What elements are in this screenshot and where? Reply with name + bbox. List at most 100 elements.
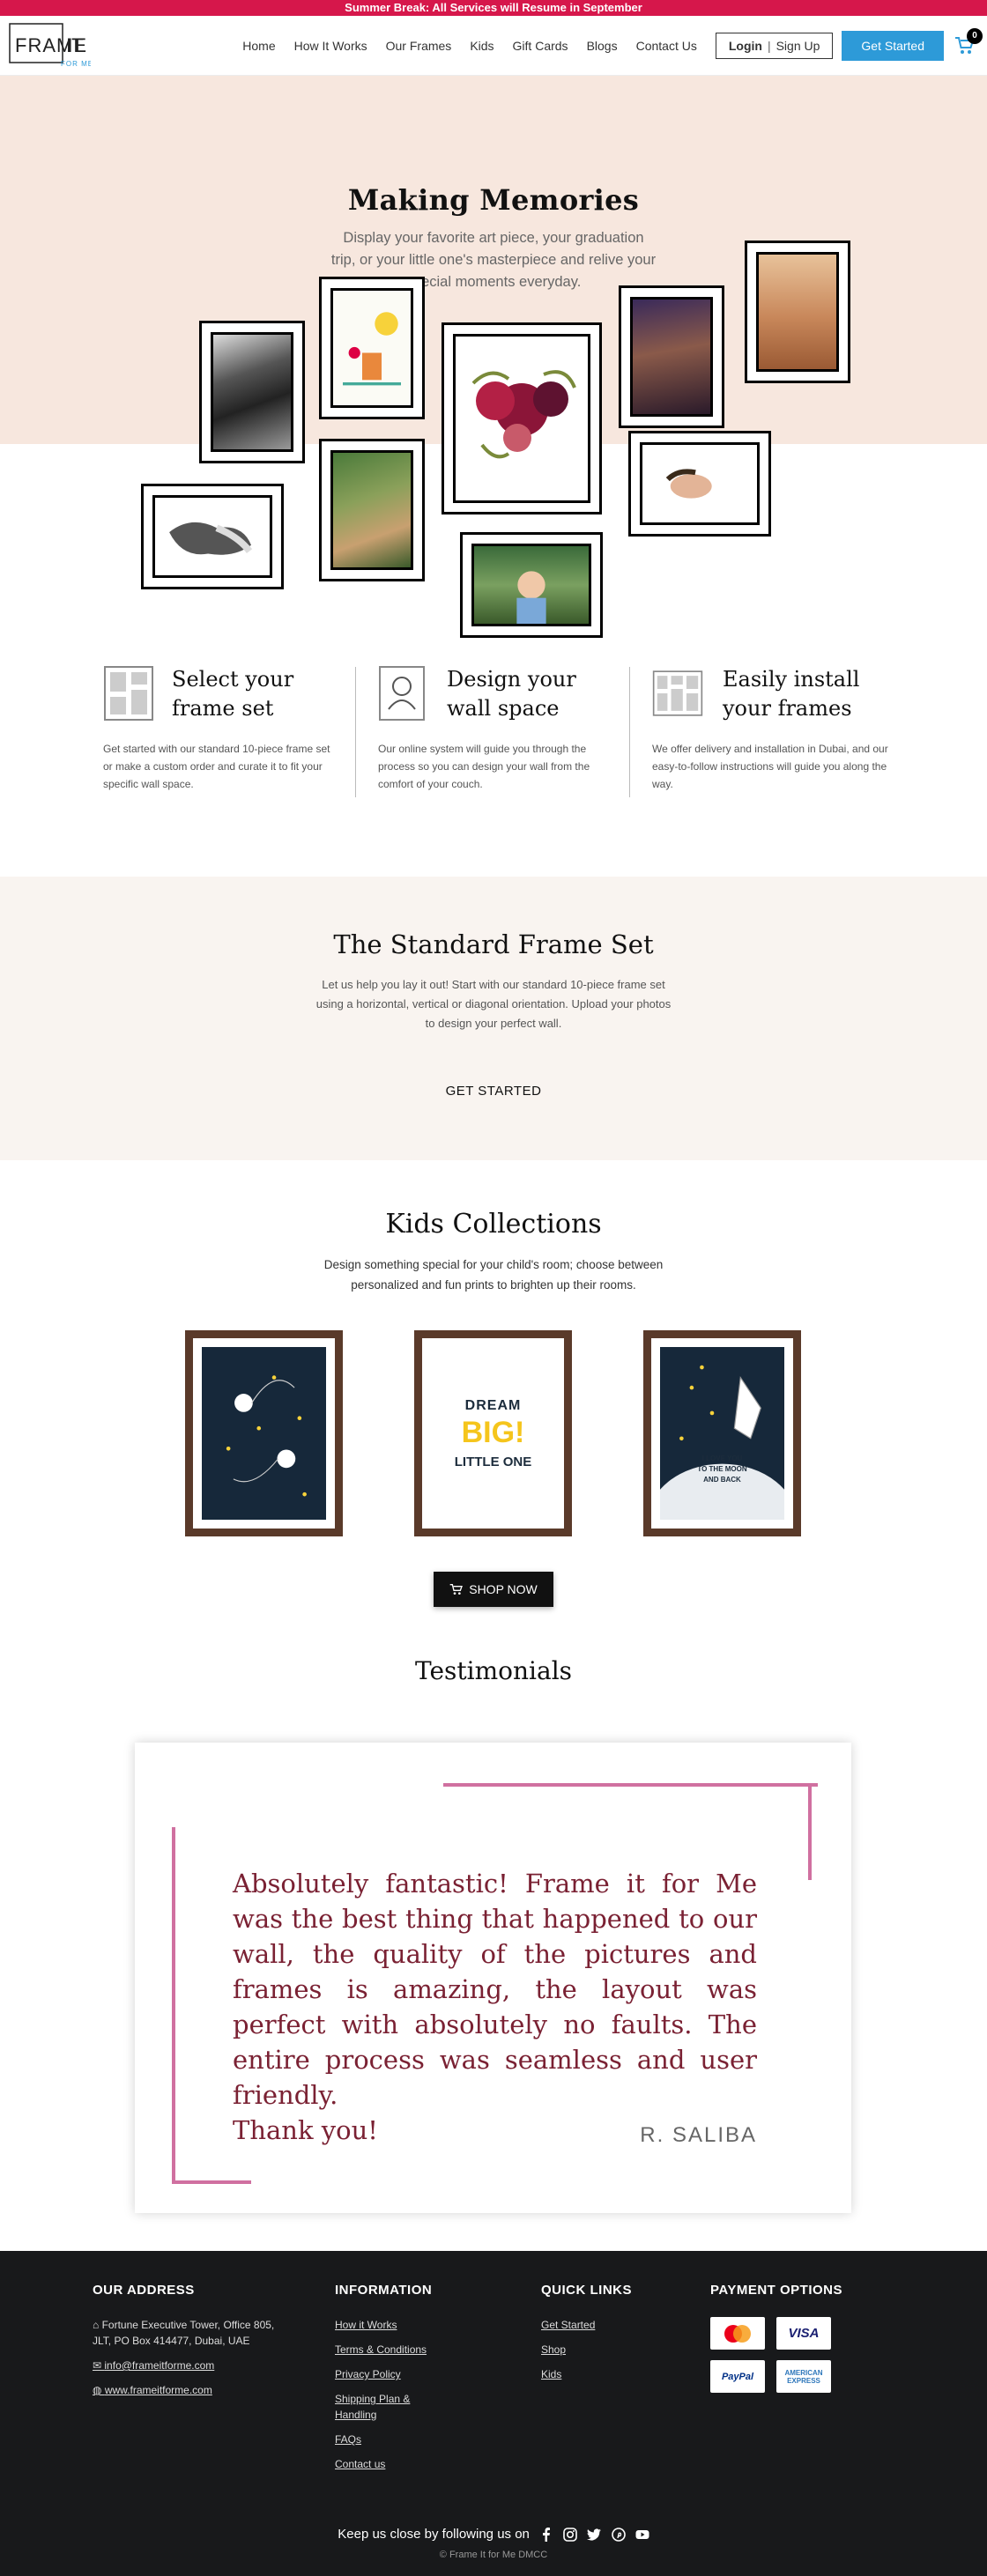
nav-contact-us[interactable]: Contact Us <box>636 39 697 53</box>
brand-logo[interactable]: FRAME IT FOR ME <box>8 22 91 70</box>
print-text-little-one: LITTLE ONE <box>454 1455 532 1469</box>
cart-count-badge: 0 <box>967 28 983 44</box>
facebook-icon[interactable] <box>539 2528 553 2543</box>
visa-icon: VISA <box>776 2317 831 2350</box>
svg-text:IT: IT <box>66 34 84 56</box>
footer-link-privacy[interactable]: Privacy Policy <box>335 2366 441 2382</box>
testimonial-card: Absolutely fantastic! Frame it for Me wa… <box>135 1743 851 2213</box>
nav-gift-cards[interactable]: Gift Cards <box>513 39 568 53</box>
footer-heading: INFORMATION <box>335 2283 433 2298</box>
login-signup-button[interactable]: Login | Sign Up <box>715 33 834 59</box>
get-started-button[interactable]: Get Started <box>842 31 944 61</box>
gallery-frame-flowers <box>442 322 602 514</box>
nav-kids[interactable]: Kids <box>470 39 494 53</box>
footer-information: INFORMATION How it Works Terms & Conditi… <box>335 2283 441 2481</box>
instagram-icon[interactable] <box>563 2528 578 2542</box>
print-text-line-3: AND BACK <box>703 1476 741 1484</box>
feature-title-line-1: Design your <box>447 667 576 692</box>
section-text: Let us help you lay it out! Start with o… <box>315 978 672 1030</box>
footer-link-shipping[interactable]: Shipping Plan & Handling <box>335 2391 441 2423</box>
footer-heading: PAYMENT OPTIONS <box>710 2283 843 2298</box>
social-follow-row: Keep us close by following us on <box>0 2527 987 2543</box>
visa-label: VISA <box>788 2326 820 2341</box>
decor-line <box>172 2180 251 2184</box>
cart-button[interactable]: 0 <box>954 28 983 56</box>
amex-label-1: AMERICAN <box>784 2368 823 2377</box>
shop-now-label: SHOP NOW <box>469 1582 538 1596</box>
nav-home[interactable]: Home <box>242 39 275 53</box>
announcement-banner: Summer Break: All Services will Resume i… <box>0 0 987 16</box>
section-title: Kids Collections <box>385 1209 602 1240</box>
feature-title: Select your frame set <box>172 665 293 723</box>
wall-layout-icon <box>652 670 703 716</box>
get-started-link[interactable]: GET STARTED <box>0 1084 987 1099</box>
section-title: Testimonials <box>414 1656 573 1685</box>
copyright: © Frame It for Me DMCC <box>439 2550 548 2560</box>
decor-line <box>808 1783 812 1880</box>
gallery-frame-family <box>199 321 305 463</box>
frame-set-icon <box>104 666 153 721</box>
testimonial-author: R. SALIBA <box>640 2123 757 2147</box>
section-title: The Standard Frame Set <box>333 929 654 959</box>
nav-how-it-works[interactable]: How It Works <box>294 39 367 53</box>
footer-heading: QUICK LINKS <box>541 2283 632 2298</box>
print-text-big: BIG! <box>461 1416 525 1449</box>
email-link[interactable]: ✉ info@frameitforme.com <box>93 2358 278 2373</box>
decor-line <box>443 1783 818 1787</box>
gallery-frame-sleeping-baby <box>628 431 771 537</box>
feature-title-line-1: Easily install <box>723 667 860 692</box>
login-link[interactable]: Login <box>729 39 762 53</box>
feature-title-line-2: wall space <box>447 696 560 721</box>
how-it-works-features: Select your frame set Get started with ou… <box>0 665 987 806</box>
globe-icon: ◍ <box>93 2384 105 2396</box>
divider <box>629 667 630 797</box>
pinterest-icon[interactable] <box>611 2528 626 2542</box>
mail-icon: ✉ <box>93 2359 105 2372</box>
feature-title-line-2: your frames <box>723 696 852 721</box>
follow-text: Keep us close by following us on <box>338 2527 530 2542</box>
footer-link-faqs[interactable]: FAQs <box>335 2432 441 2447</box>
testimonial-quote: Absolutely fantastic! Frame it for Me wa… <box>233 1866 757 2148</box>
kids-print-astronauts[interactable] <box>185 1330 343 1536</box>
kids-print-moon[interactable]: I LOVE YOU TO THE MOON AND BACK <box>643 1330 801 1536</box>
footer-link-get-started[interactable]: Get Started <box>541 2317 664 2333</box>
section-text: Design something special for your child'… <box>323 1258 664 1292</box>
feature-text: Get started with our standard 10-piece f… <box>103 743 330 790</box>
kids-print-dream-big[interactable]: DREAM BIG! LITTLE ONE <box>414 1330 572 1536</box>
footer-link-how-it-works[interactable]: How it Works <box>335 2317 441 2333</box>
website-link[interactable]: ◍ www.frameitforme.com <box>93 2382 278 2398</box>
shop-now-button[interactable]: SHOP NOW <box>434 1572 553 1607</box>
twitter-icon[interactable] <box>587 2528 602 2542</box>
site-footer: OUR ADDRESS ⌂ Fortune Executive Tower, O… <box>0 2251 987 2576</box>
top-nav: FRAME IT FOR ME Home How It Works Our Fr… <box>0 16 987 76</box>
quote-text: Absolutely fantastic! Frame it for Me wa… <box>233 1869 757 2110</box>
youtube-icon[interactable] <box>635 2528 649 2542</box>
signup-link[interactable]: Sign Up <box>776 39 820 53</box>
nav-blogs[interactable]: Blogs <box>587 39 618 53</box>
print-text-dream: DREAM <box>464 1398 522 1413</box>
footer-link-contact[interactable]: Contact us <box>335 2456 441 2472</box>
portrait-icon <box>379 666 425 721</box>
footer-link-terms[interactable]: Terms & Conditions <box>335 2342 441 2358</box>
feature-title-line-1: Select your <box>172 667 294 692</box>
paypal-label: PayPal <box>721 2371 754 2382</box>
footer-quick-links: QUICK LINKS Get Started Shop Kids <box>541 2283 664 2391</box>
print-text-line-1: I LOVE YOU <box>701 1455 743 1462</box>
footer-link-kids[interactable]: Kids <box>541 2366 664 2382</box>
footer-link-shop[interactable]: Shop <box>541 2342 664 2358</box>
amex-label-2: EXPRESS <box>787 2376 820 2385</box>
footer-heading: OUR ADDRESS <box>93 2283 195 2298</box>
hero-section: Making Memories Display your favorite ar… <box>0 76 987 638</box>
amex-icon: AMERICAN EXPRESS <box>776 2360 831 2393</box>
gallery-frame-dog <box>141 484 284 589</box>
divider <box>355 667 356 797</box>
decor-line <box>172 1827 175 2184</box>
home-icon: ⌂ <box>93 2319 102 2331</box>
print-text-line-2: TO THE MOON <box>697 1465 747 1473</box>
gallery-frame-boy-dog <box>319 439 425 581</box>
standard-frame-set-section: The Standard Frame Set Let us help you l… <box>0 877 987 1160</box>
gallery-frame-drawing <box>319 277 425 419</box>
nav-our-frames[interactable]: Our Frames <box>386 39 452 53</box>
mastercard-icon <box>710 2317 765 2350</box>
feature-title-line-2: frame set <box>172 696 274 721</box>
